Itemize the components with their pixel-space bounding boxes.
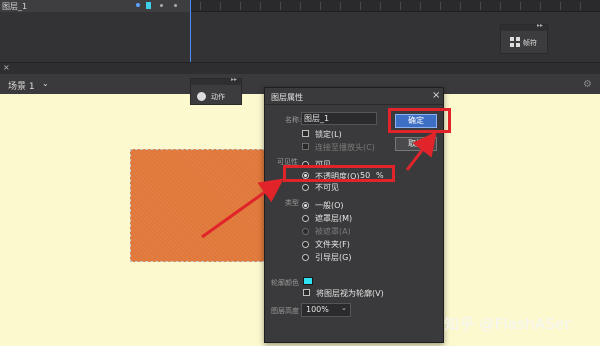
arrow-to-opacity (201, 178, 284, 239)
arrow-to-ok (405, 131, 437, 171)
annotation-arrows (201, 131, 437, 239)
watermark-text: 知乎 @FlashASer (444, 315, 571, 333)
